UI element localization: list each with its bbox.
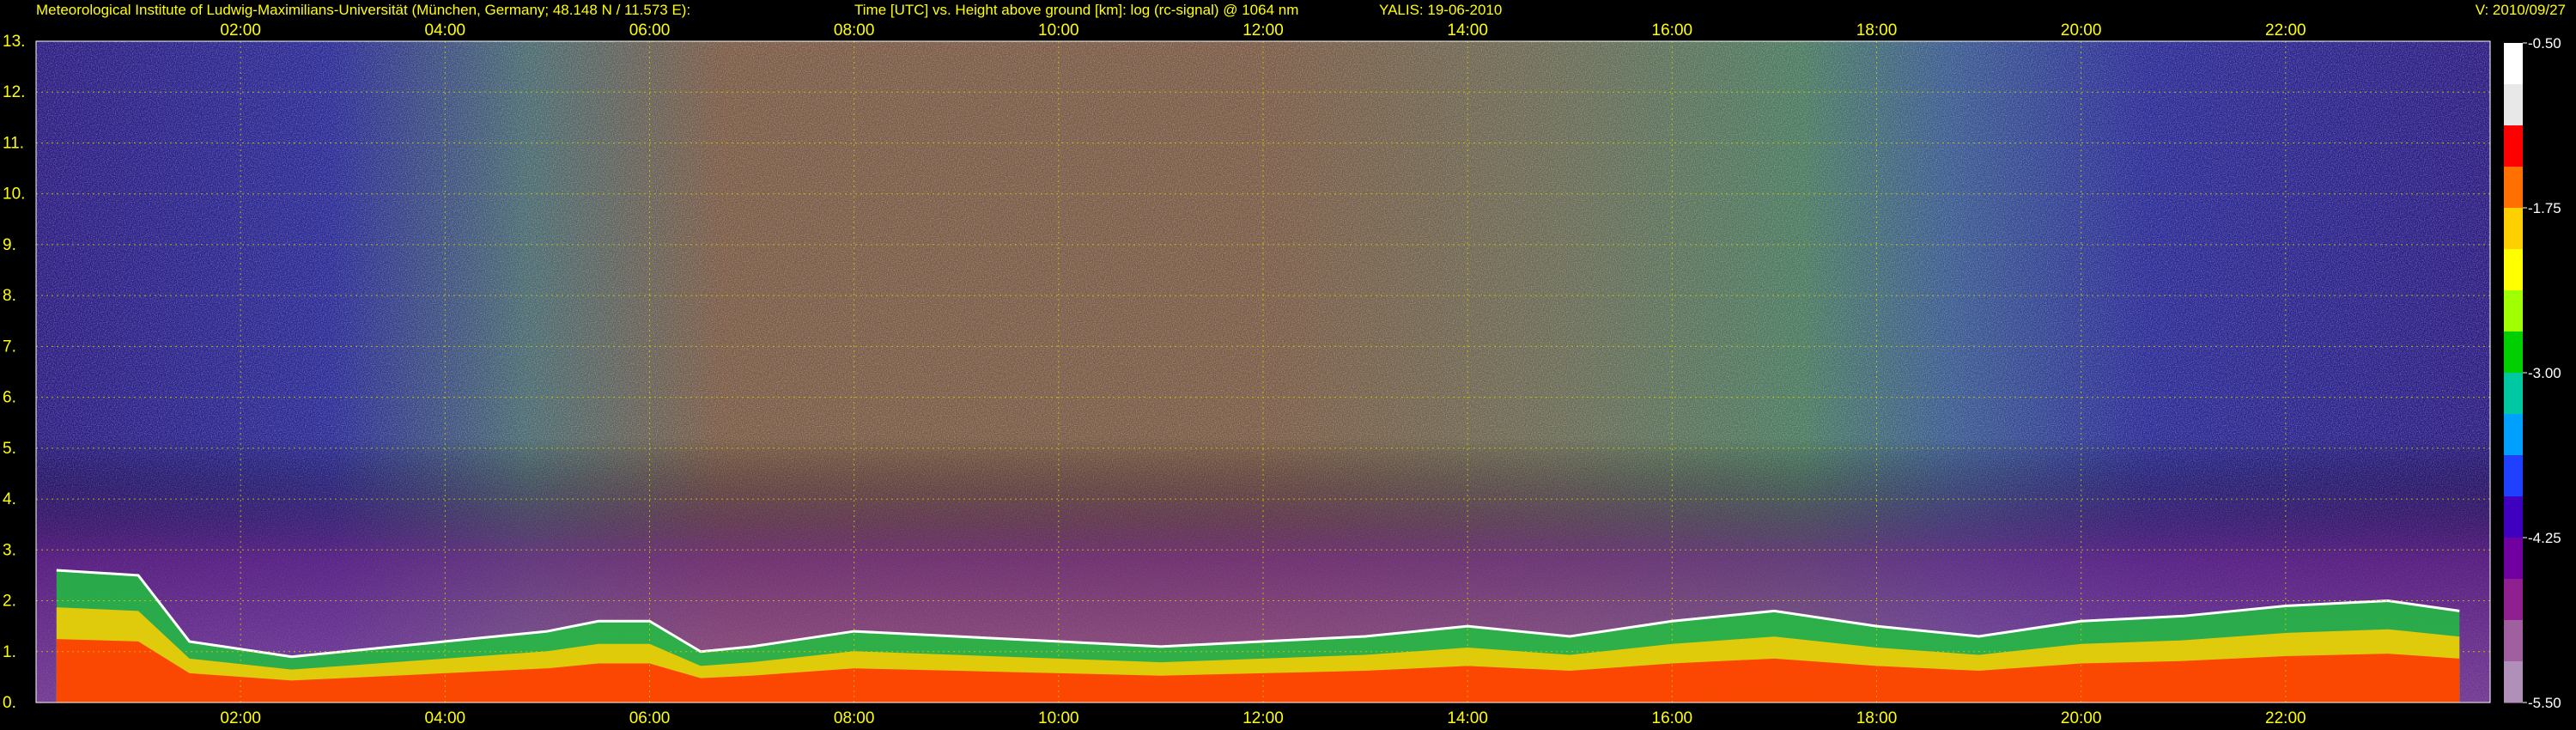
x-axis-bottom-ticks: 02:00 04:00 06:00 08:00 10:00 12:00 14:00 16:00… bbox=[220, 709, 2306, 727]
description-label: Time [UTC] vs. Height above ground [km]:… bbox=[854, 2, 1298, 18]
lidar-chart: Meteorological Institute of Ludwig-Maxim… bbox=[3, 2, 2566, 727]
instrument-date-label: YALIS: 19-06-2010 bbox=[1379, 2, 1502, 18]
colorbar-tick-label: -5.50 bbox=[2528, 695, 2561, 711]
colorbar-segment bbox=[2504, 167, 2523, 209]
colorbar-segment bbox=[2504, 496, 2523, 538]
x-tick-label-bottom: 12:00 bbox=[1242, 709, 1284, 727]
colorbar-segment bbox=[2504, 373, 2523, 415]
y-tick-label: 12. bbox=[3, 83, 25, 101]
colorbar-segment bbox=[2504, 208, 2523, 250]
x-tick-label-bottom: 10:00 bbox=[1038, 709, 1079, 727]
colorbar-segment bbox=[2504, 455, 2523, 497]
colorbar-segment bbox=[2504, 414, 2523, 456]
plot-area bbox=[35, 40, 2491, 703]
colorbar-segment bbox=[2504, 249, 2523, 291]
colorbar-segment bbox=[2504, 579, 2523, 621]
y-tick-label: 6. bbox=[3, 389, 16, 407]
x-tick-label-top: 02:00 bbox=[220, 21, 261, 40]
x-tick-label-top: 12:00 bbox=[1242, 21, 1284, 40]
x-tick-label-bottom: 20:00 bbox=[2061, 709, 2102, 727]
y-tick-label: 4. bbox=[3, 490, 16, 508]
x-tick-label-top: 10:00 bbox=[1038, 21, 1079, 40]
x-tick-label-bottom: 18:00 bbox=[1856, 709, 1898, 727]
y-tick-label: 8. bbox=[3, 287, 16, 305]
x-tick-label-top: 06:00 bbox=[629, 21, 671, 40]
colorbar-segment bbox=[2504, 43, 2523, 85]
x-tick-label-bottom: 04:00 bbox=[425, 709, 466, 727]
y-tick-label: 5. bbox=[3, 440, 16, 458]
x-tick-label-top: 14:00 bbox=[1447, 21, 1488, 40]
x-tick-label-bottom: 14:00 bbox=[1447, 709, 1488, 727]
x-tick-label-bottom: 08:00 bbox=[834, 709, 875, 727]
y-tick-label: 7. bbox=[3, 338, 16, 356]
y-tick-label: 2. bbox=[3, 593, 16, 611]
colorbar-segment bbox=[2504, 620, 2523, 662]
colorbar-tick-label: -1.75 bbox=[2528, 200, 2561, 216]
x-tick-label-bottom: 16:00 bbox=[1652, 709, 1693, 727]
x-tick-label-top: 18:00 bbox=[1856, 21, 1898, 40]
colorbar-segment bbox=[2504, 84, 2523, 126]
x-axis-top-ticks: 02:00 04:00 06:00 08:00 10:00 12:00 14:00 16:00… bbox=[220, 21, 2306, 40]
colorbar-tick-label: -0.50 bbox=[2528, 35, 2561, 52]
colorbar-tick-label: -3.00 bbox=[2528, 365, 2561, 381]
colorbar-segment bbox=[2504, 290, 2523, 332]
x-tick-label-bottom: 22:00 bbox=[2265, 709, 2306, 727]
y-tick-label: 11. bbox=[3, 134, 24, 152]
x-tick-label-bottom: 06:00 bbox=[629, 709, 671, 727]
colorbar-segment bbox=[2504, 538, 2523, 580]
x-tick-label-top: 16:00 bbox=[1652, 21, 1693, 40]
colorbar-tick-label: -4.25 bbox=[2528, 530, 2561, 546]
colorbar-segment bbox=[2504, 332, 2523, 374]
colorbar-ticks: -0.50 -1.75 -3.00 -4.25 -5.50 bbox=[2523, 35, 2561, 711]
y-tick-label: 13. bbox=[3, 33, 25, 51]
colorbar-segment bbox=[2504, 125, 2523, 167]
x-tick-label-top: 08:00 bbox=[834, 21, 875, 40]
y-tick-label: 10. bbox=[3, 186, 25, 204]
colorbar bbox=[2504, 43, 2523, 703]
y-tick-label: 9. bbox=[3, 236, 16, 254]
institute-label: Meteorological Institute of Ludwig-Maxim… bbox=[36, 2, 690, 18]
y-axis-ticks: 0. 1. 2. 3. 4. 5. 6. 7. 8. 9. 10. 11. 12. 13. bbox=[3, 33, 25, 712]
y-tick-label: 3. bbox=[3, 541, 16, 559]
x-tick-label-top: 20:00 bbox=[2061, 21, 2102, 40]
y-tick-label: 0. bbox=[3, 694, 16, 712]
x-tick-label-top: 22:00 bbox=[2265, 21, 2306, 40]
y-tick-label: 1. bbox=[3, 643, 16, 661]
x-tick-label-bottom: 02:00 bbox=[220, 709, 261, 727]
version-label: V: 2010/09/27 bbox=[2476, 2, 2566, 18]
colorbar-segment bbox=[2504, 661, 2523, 703]
x-tick-label-top: 04:00 bbox=[425, 21, 466, 40]
